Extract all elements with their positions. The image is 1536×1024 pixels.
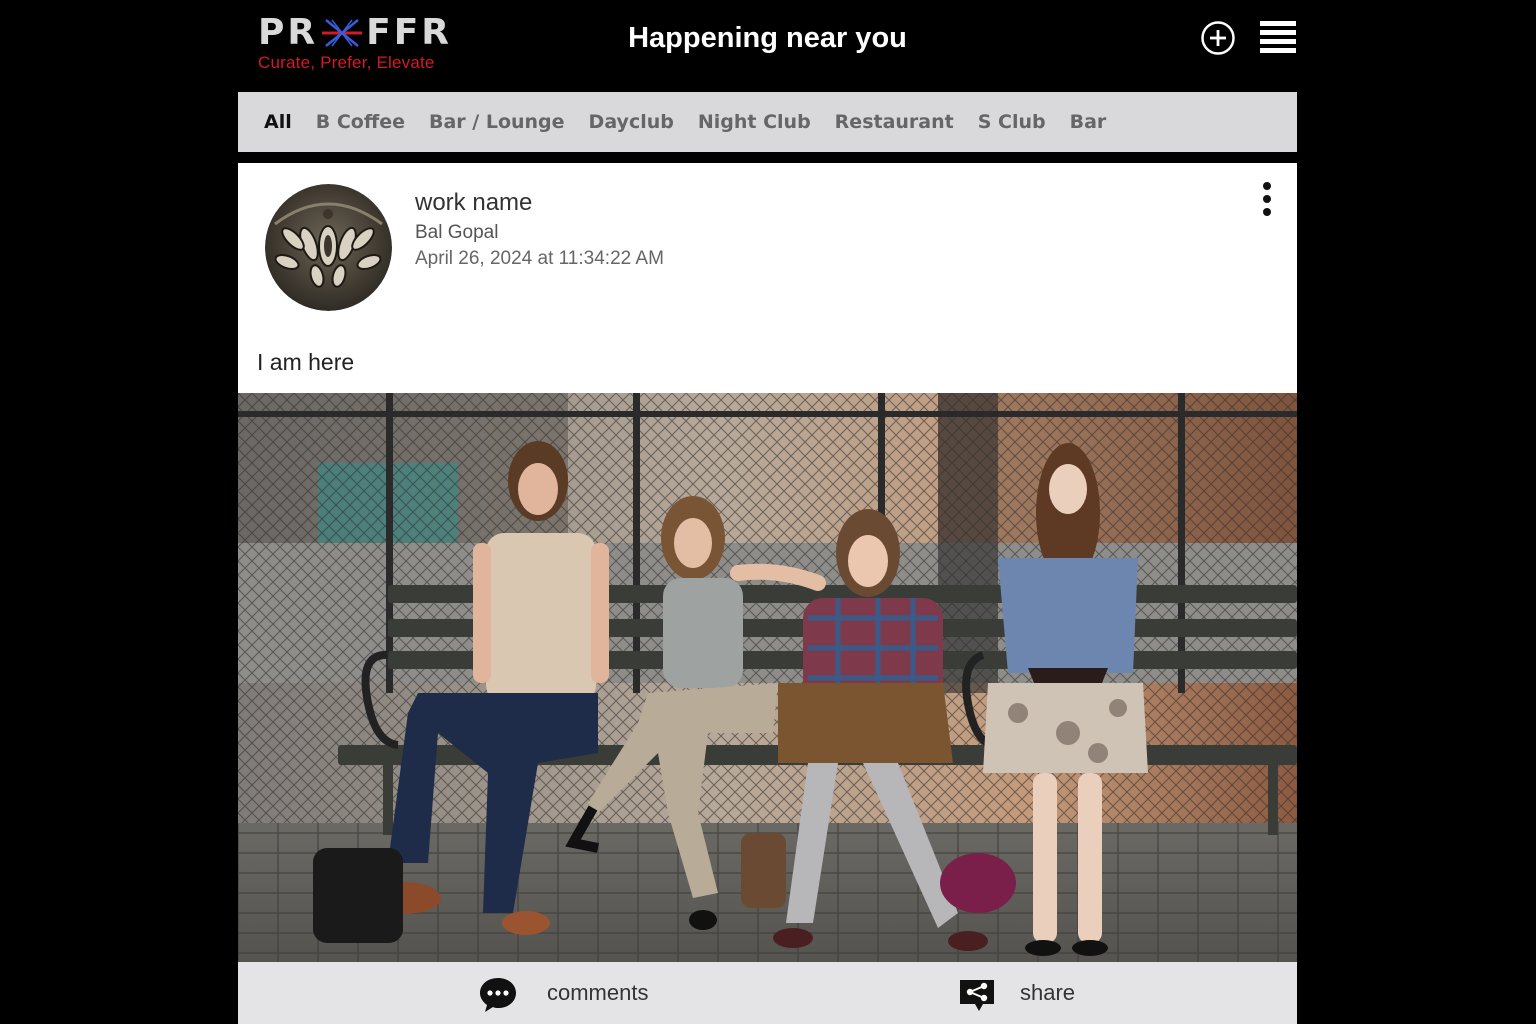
tab-all[interactable]: All [264,111,292,133]
tab-bar-lounge[interactable]: Bar / Lounge [429,111,565,133]
logo-tagline: Curate, Prefer, Elevate [258,53,435,72]
tab-restaurant[interactable]: Restaurant [835,111,954,133]
post-username[interactable]: Bal Gopal [415,222,498,244]
post-card: work name Bal Gopal April 26, 2024 at 11… [238,163,1297,1024]
post-work-name[interactable]: work name [415,189,532,217]
post-action-bar: comments share [238,962,1297,1024]
tab-s-club[interactable]: S Club [978,111,1046,133]
post-photo[interactable] [238,393,1297,962]
post-caption: I am here [257,349,355,375]
kebab-menu-icon[interactable] [1256,181,1278,217]
avatar[interactable] [265,184,392,311]
page-title: Happening near you [628,22,907,54]
tab-b-coffee[interactable]: B Coffee [316,111,405,133]
tab-dayclub[interactable]: Dayclub [589,111,674,133]
post-timestamp: April 26, 2024 at 11:34:22 AM [415,248,664,269]
speech-bubble-icon[interactable] [478,974,518,1014]
comments-button[interactable]: comments [547,980,648,1006]
share-button[interactable]: share [1020,980,1075,1006]
tab-night-club[interactable]: Night Club [698,111,811,133]
tab-bar[interactable]: Bar [1070,111,1107,133]
hamburger-menu-icon[interactable] [1260,19,1296,57]
share-icon[interactable] [957,974,997,1014]
app-header: PR FFR Curate, Prefer, Elevate Happening… [238,0,1297,92]
plus-circle-icon[interactable] [1200,20,1236,56]
category-tabs: All B Coffee Bar / Lounge Dayclub Night … [238,92,1297,152]
